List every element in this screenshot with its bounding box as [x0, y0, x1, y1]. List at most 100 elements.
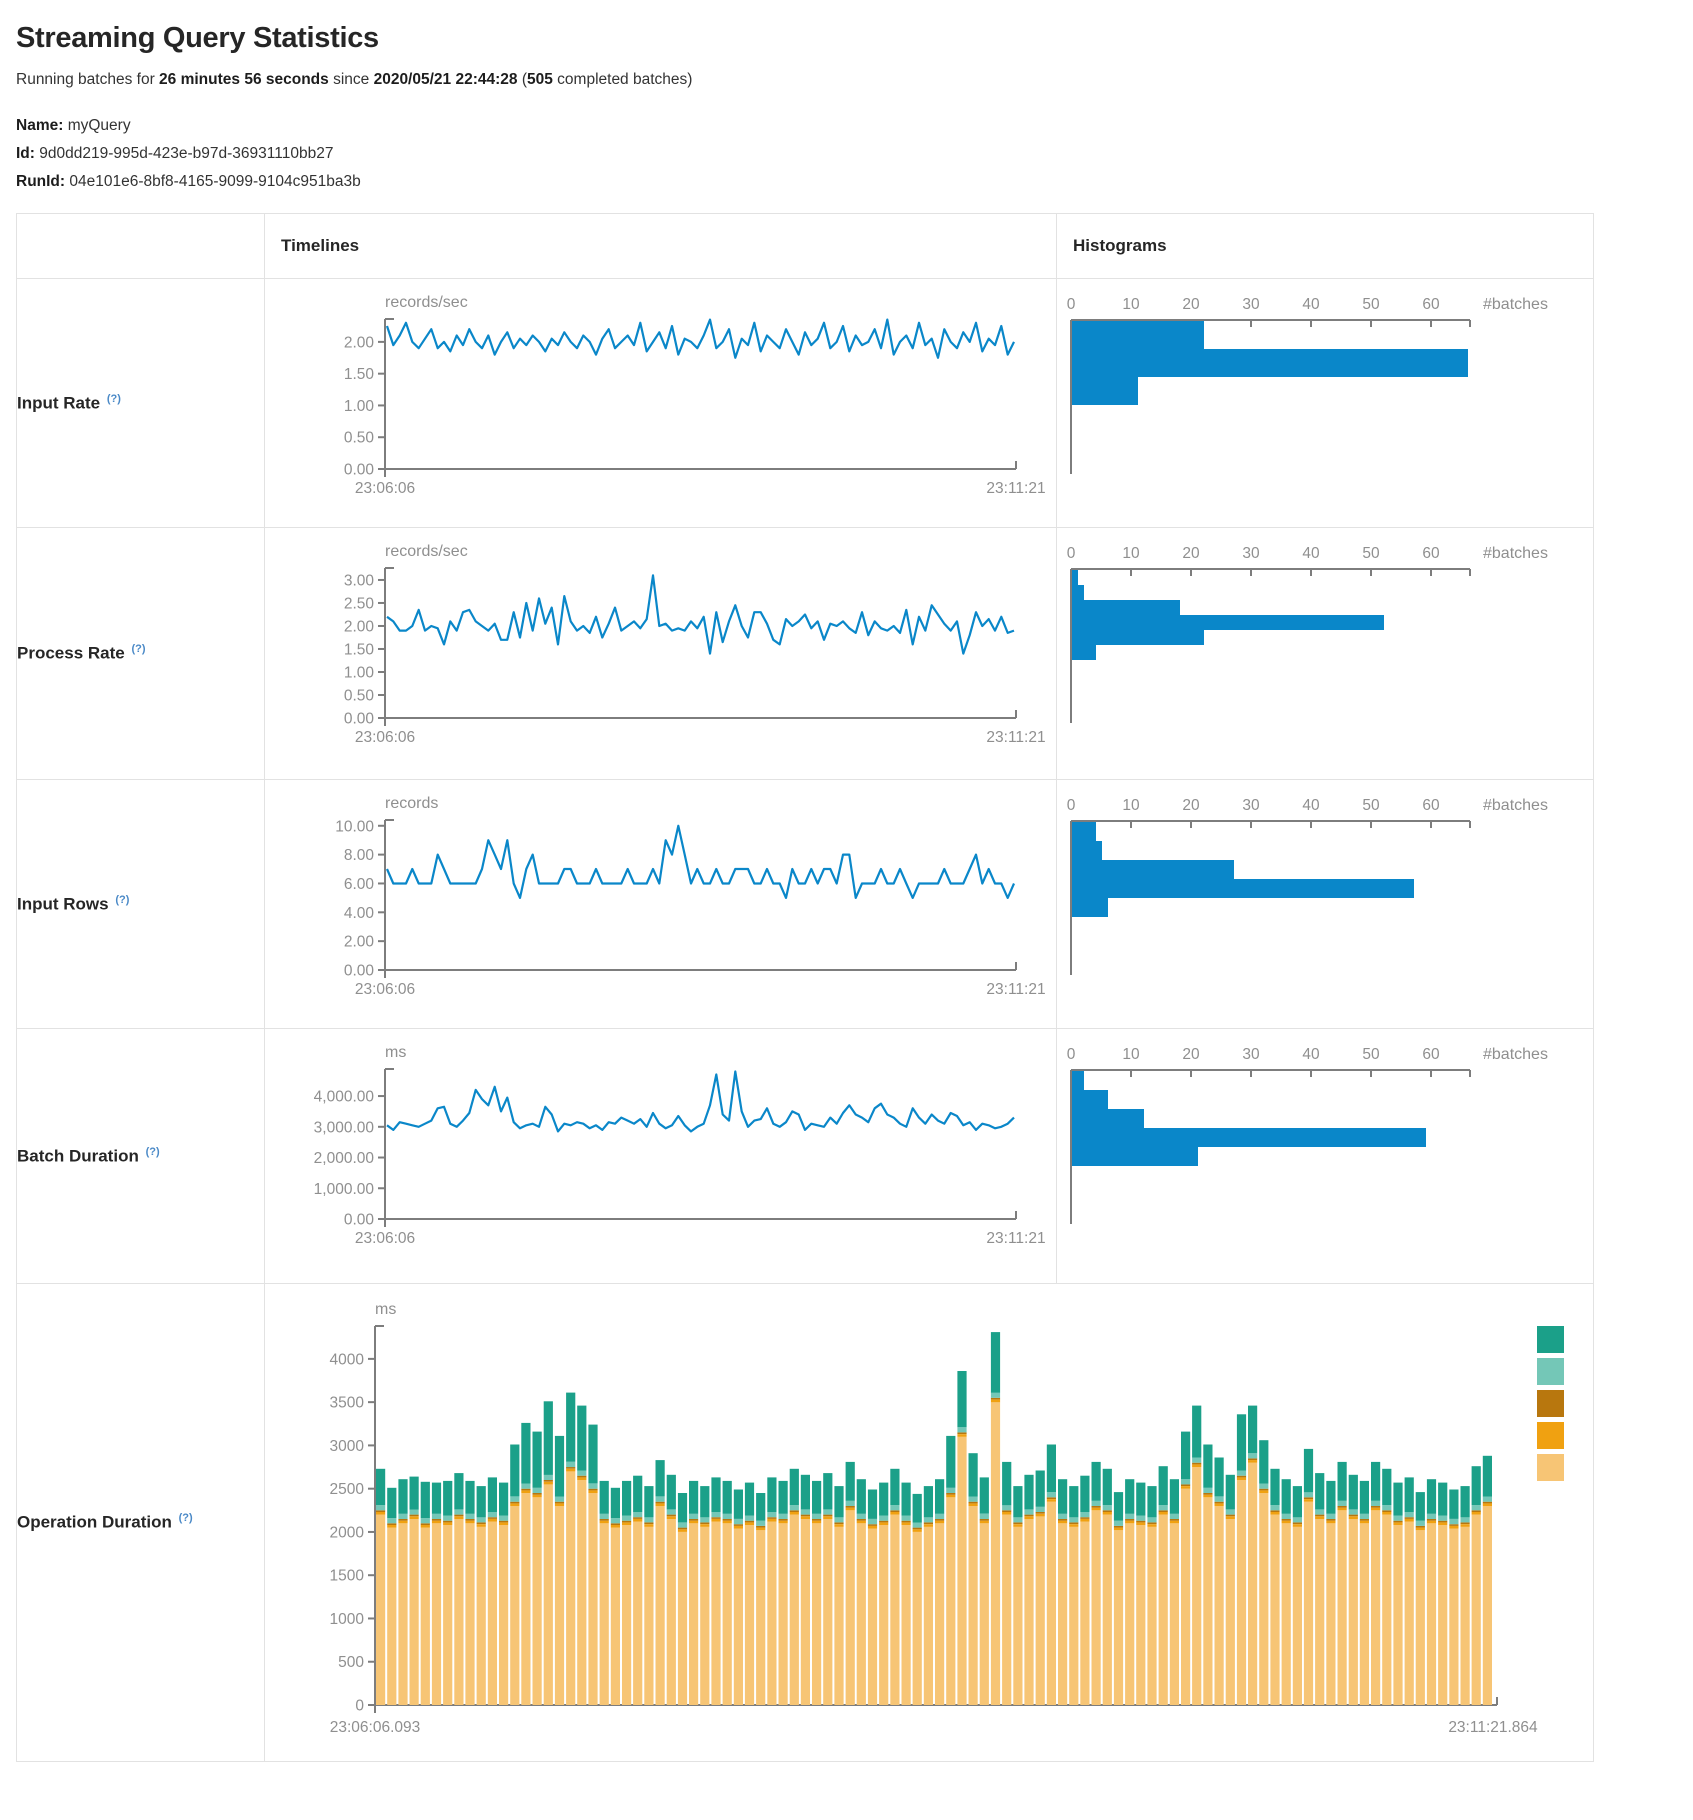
svg-text:0: 0: [1067, 545, 1076, 562]
svg-text:30: 30: [1242, 545, 1260, 562]
streaming-query-statistics-page: Streaming Query Statistics Running batch…: [0, 0, 1693, 1820]
svg-text:6.00: 6.00: [344, 876, 375, 893]
svg-text:0.00: 0.00: [344, 711, 375, 728]
table-row: Batch Duration (?) ms0.001,000.002,000.0…: [17, 1029, 1594, 1284]
svg-text:50: 50: [1362, 296, 1380, 313]
svg-text:ms: ms: [375, 1301, 396, 1318]
legend-swatch: [1537, 1454, 1564, 1481]
svg-text:20: 20: [1182, 296, 1200, 313]
svg-text:#batches: #batches: [1483, 296, 1548, 313]
row-label-process-rate: Process Rate (?): [17, 528, 265, 780]
svg-text:3.00: 3.00: [344, 572, 375, 589]
svg-text:50: 50: [1362, 1046, 1380, 1063]
svg-text:20: 20: [1182, 545, 1200, 562]
name-value: myQuery: [63, 117, 130, 134]
svg-text:8.00: 8.00: [344, 847, 375, 864]
svg-text:2.00: 2.00: [344, 934, 375, 951]
row-label-operation-duration: Operation Duration (?): [17, 1284, 265, 1762]
start-timestamp: 2020/05/21 22:44:28: [374, 71, 518, 88]
svg-text:ms: ms: [385, 1044, 406, 1061]
row-label-text: Process Rate: [17, 644, 125, 663]
svg-text:0: 0: [1067, 797, 1076, 814]
svg-text:60: 60: [1422, 797, 1440, 814]
svg-text:23:06:06: 23:06:06: [355, 729, 415, 746]
table-header-row: Timelines Histograms: [17, 214, 1594, 279]
svg-text:3500: 3500: [330, 1395, 365, 1412]
row-label-input-rate: Input Rate (?): [17, 279, 265, 528]
svg-text:2.00: 2.00: [344, 618, 375, 635]
svg-text:500: 500: [338, 1654, 364, 1671]
subtitle-suffix: completed batches): [553, 71, 693, 88]
svg-text:50: 50: [1362, 545, 1380, 562]
operation-duration-legend: [1537, 1326, 1564, 1486]
running-duration: 26 minutes 56 seconds: [159, 71, 329, 88]
svg-text:30: 30: [1242, 797, 1260, 814]
table-row: Operation Duration (?) ms050010001500200…: [17, 1284, 1594, 1762]
input-rate-help-icon[interactable]: (?): [107, 393, 121, 405]
header-histograms: Histograms: [1057, 214, 1594, 279]
svg-text:0.00: 0.00: [344, 462, 375, 479]
completed-batches-count: 505: [527, 71, 553, 88]
svg-text:30: 30: [1242, 296, 1260, 313]
svg-text:1500: 1500: [330, 1568, 365, 1585]
subtitle-paren: (: [518, 71, 527, 88]
id-label: Id:: [16, 145, 35, 162]
query-metadata: Name: myQuery Id: 9d0dd219-995d-423e-b97…: [16, 117, 1693, 191]
query-id-line: Id: 9d0dd219-995d-423e-b97d-36931110bb27: [16, 145, 1693, 163]
input-rows-help-icon[interactable]: (?): [115, 894, 129, 906]
svg-text:60: 60: [1422, 296, 1440, 313]
svg-text:60: 60: [1422, 1046, 1440, 1063]
row-label-text: Input Rows: [17, 894, 109, 913]
svg-text:23:06:06.093: 23:06:06.093: [330, 1719, 421, 1736]
svg-text:#batches: #batches: [1483, 1046, 1548, 1063]
row-label-input-rows: Input Rows (?): [17, 780, 265, 1029]
process-rate-help-icon[interactable]: (?): [131, 643, 145, 655]
svg-text:2,000.00: 2,000.00: [314, 1150, 375, 1167]
svg-text:1000: 1000: [330, 1611, 365, 1628]
operation-duration-help-icon[interactable]: (?): [179, 1512, 193, 1524]
svg-text:records: records: [385, 795, 438, 812]
svg-text:10.00: 10.00: [335, 818, 374, 835]
operation-duration-chart: ms0500100015002000250030003500400023:06:…: [265, 1284, 1593, 1761]
svg-text:20: 20: [1182, 1046, 1200, 1063]
runid-value: 04e101e6-8bf8-4165-9099-9104c951ba3b: [65, 173, 361, 190]
svg-text:20: 20: [1182, 797, 1200, 814]
svg-text:4000: 4000: [330, 1351, 365, 1368]
input-rate-histogram-chart: 0 10 20 30 40 50 60 #batches: [1057, 279, 1593, 527]
svg-text:23:06:06: 23:06:06: [355, 480, 415, 497]
svg-text:1.00: 1.00: [344, 398, 375, 415]
subtitle-since: since: [329, 71, 374, 88]
svg-text:60: 60: [1422, 545, 1440, 562]
svg-text:0.00: 0.00: [344, 963, 375, 980]
subtitle-prefix: Running batches for: [16, 71, 159, 88]
svg-text:10: 10: [1122, 296, 1140, 313]
query-name-line: Name: myQuery: [16, 117, 1693, 135]
batch-duration-help-icon[interactable]: (?): [146, 1146, 160, 1158]
svg-text:23:11:21.864: 23:11:21.864: [1448, 1719, 1538, 1736]
legend-swatch: [1537, 1422, 1564, 1449]
header-timelines: Timelines: [265, 214, 1057, 279]
running-batches-summary: Running batches for 26 minutes 56 second…: [16, 71, 1693, 89]
svg-text:0.50: 0.50: [344, 430, 375, 447]
svg-text:0: 0: [1067, 296, 1076, 313]
name-label: Name:: [16, 117, 63, 134]
svg-text:2000: 2000: [330, 1524, 365, 1541]
row-label-batch-duration: Batch Duration (?): [17, 1029, 265, 1284]
svg-text:2500: 2500: [330, 1481, 365, 1498]
process-rate-timeline-chart: records/sec0.000.501.001.502.002.503.002…: [265, 528, 1056, 779]
svg-text:40: 40: [1302, 797, 1320, 814]
header-empty-cell: [17, 214, 265, 279]
svg-text:10: 10: [1122, 1046, 1140, 1063]
svg-text:2.50: 2.50: [344, 595, 375, 612]
batch-duration-timeline-chart: ms0.001,000.002,000.003,000.004,000.0023…: [265, 1029, 1056, 1283]
svg-text:23:06:06: 23:06:06: [355, 981, 415, 998]
input-rate-timeline-chart: records/sec0.000.501.001.502.0023:06:062…: [265, 279, 1056, 527]
id-value: 9d0dd219-995d-423e-b97d-36931110bb27: [35, 145, 334, 162]
svg-text:40: 40: [1302, 296, 1320, 313]
table-row: Input Rate (?) records/sec0.000.501.001.…: [17, 279, 1594, 528]
input-rows-histogram-chart: 0102030405060#batches: [1057, 780, 1593, 1028]
svg-text:10: 10: [1122, 545, 1140, 562]
svg-text:#batches: #batches: [1483, 797, 1548, 814]
page-title: Streaming Query Statistics: [16, 22, 1693, 55]
svg-text:#batches: #batches: [1483, 545, 1548, 562]
